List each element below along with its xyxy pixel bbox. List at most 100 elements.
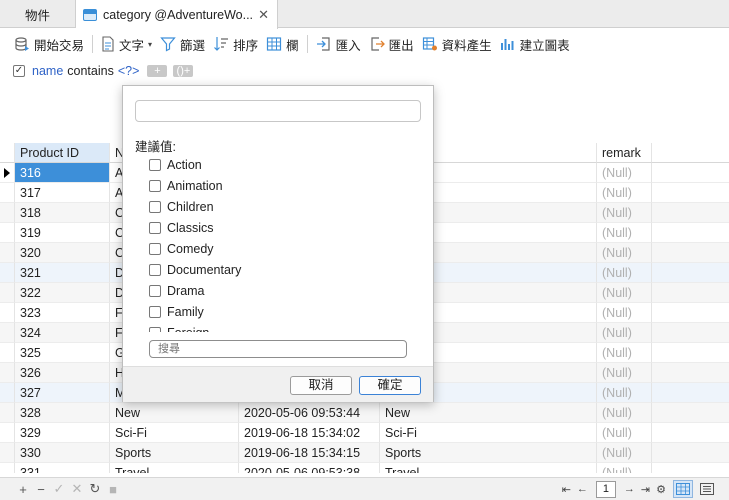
cell-name[interactable]: Travel [110, 463, 239, 473]
cell-remark[interactable]: (Null) [597, 423, 652, 443]
cell-date[interactable]: 2020-05-06 09:53:38 [239, 463, 380, 473]
cell-remark[interactable]: (Null) [597, 403, 652, 423]
cell-remark[interactable]: (Null) [597, 463, 652, 473]
option-checkbox[interactable] [149, 305, 161, 318]
column-header-product-id[interactable]: Product ID [15, 143, 110, 163]
table-row[interactable]: 329 Sci-Fi 2019-06-18 15:34:02 Sci-Fi (Null) [0, 423, 729, 443]
cell-name2[interactable]: Travel [380, 463, 597, 473]
text-button[interactable]: 文字 ▾ [97, 32, 156, 56]
cell-date[interactable]: 2019-06-18 15:34:02 [239, 423, 380, 443]
cell-remark[interactable]: (Null) [597, 343, 652, 363]
cell-remark[interactable]: (Null) [597, 263, 652, 283]
cell-name2[interactable]: Sports [380, 443, 597, 463]
row-indicator[interactable] [0, 243, 15, 263]
cell-product-id[interactable]: 324 [15, 323, 110, 343]
cell-name[interactable]: Sci-Fi [110, 423, 239, 443]
option-checkbox[interactable] [149, 284, 161, 297]
suggested-value-option[interactable]: Classics [149, 217, 409, 238]
ok-button[interactable]: 確定 [359, 376, 421, 395]
cell-name[interactable]: New [110, 403, 239, 423]
suggested-value-option[interactable]: Action [149, 154, 409, 175]
cell-remark[interactable]: (Null) [597, 443, 652, 463]
suggested-value-option[interactable]: Comedy [149, 238, 409, 259]
table-row[interactable]: 331 Travel 2020-05-06 09:53:38 Travel (Null) [0, 463, 729, 473]
filter-button[interactable]: 篩選 [156, 32, 209, 56]
cell-product-id[interactable]: 326 [15, 363, 110, 383]
suggested-values-list[interactable]: Action Animation Children Classics Comedy Doc… [149, 154, 409, 332]
page-number-input[interactable]: 1 [595, 480, 616, 498]
option-checkbox[interactable] [149, 158, 161, 171]
cell-remark[interactable]: (Null) [597, 383, 652, 403]
stop-icon[interactable]: ■ [104, 482, 122, 497]
grid-view-button[interactable] [673, 480, 693, 498]
cell-date[interactable]: 2019-06-18 15:34:15 [239, 443, 380, 463]
option-checkbox[interactable] [149, 200, 161, 213]
settings-gear-icon[interactable]: ⚙ [656, 483, 666, 496]
tab-category[interactable]: category @AdventureWo... ✕ [76, 0, 278, 29]
cell-name2[interactable]: Sci-Fi [380, 423, 597, 443]
row-indicator[interactable] [0, 163, 15, 183]
suggested-value-option[interactable]: Animation [149, 175, 409, 196]
data-generation-button[interactable]: 資料產生 [418, 32, 496, 56]
table-row[interactable]: 328 New 2020-05-06 09:53:44 New (Null) [0, 403, 729, 423]
suggested-value-option[interactable]: Drama [149, 280, 409, 301]
cell-remark[interactable]: (Null) [597, 183, 652, 203]
row-indicator[interactable] [0, 383, 15, 403]
cell-product-id[interactable]: 323 [15, 303, 110, 323]
cell-product-id[interactable]: 329 [15, 423, 110, 443]
cancel-button[interactable]: 取消 [290, 376, 352, 395]
filter-field[interactable]: name [32, 64, 63, 78]
row-indicator[interactable] [0, 263, 15, 283]
cell-date[interactable]: 2020-05-06 09:53:44 [239, 403, 380, 423]
discard-changes-icon[interactable]: ✕ [68, 481, 86, 497]
add-record-icon[interactable]: + [14, 482, 32, 497]
row-indicator[interactable] [0, 363, 15, 383]
cell-product-id[interactable]: 317 [15, 183, 110, 203]
suggested-value-option[interactable]: Family [149, 301, 409, 322]
next-page-icon[interactable]: → [624, 483, 635, 495]
cell-product-id[interactable]: 316 [15, 163, 110, 183]
option-checkbox[interactable] [149, 326, 161, 332]
cell-product-id[interactable]: 330 [15, 443, 110, 463]
cell-remark[interactable]: (Null) [597, 163, 652, 183]
previous-page-icon[interactable]: ← [577, 483, 588, 495]
cell-remark[interactable]: (Null) [597, 303, 652, 323]
option-checkbox[interactable] [149, 263, 161, 276]
filter-value-input[interactable] [135, 100, 421, 122]
first-page-icon[interactable]: ⇤ [562, 483, 571, 496]
cell-product-id[interactable]: 322 [15, 283, 110, 303]
row-indicator[interactable] [0, 343, 15, 363]
row-indicator[interactable] [0, 283, 15, 303]
export-button[interactable]: 匯出 [365, 32, 418, 56]
add-condition-button[interactable]: + [147, 65, 168, 77]
begin-transaction-button[interactable]: 開始交易 [10, 32, 88, 56]
cell-remark[interactable]: (Null) [597, 243, 652, 263]
cell-product-id[interactable]: 327 [15, 383, 110, 403]
import-button[interactable]: 匯入 [312, 32, 365, 56]
columns-button[interactable]: 欄 [262, 32, 303, 56]
filter-enable-checkbox[interactable]: ✓ [13, 65, 25, 77]
row-indicator[interactable] [0, 223, 15, 243]
row-indicator[interactable] [0, 183, 15, 203]
refresh-icon[interactable]: ↻ [86, 481, 104, 497]
option-checkbox[interactable] [149, 179, 161, 192]
row-indicator[interactable] [0, 423, 15, 443]
cell-remark[interactable]: (Null) [597, 283, 652, 303]
close-tab-icon[interactable]: ✕ [258, 7, 269, 23]
cell-product-id[interactable]: 320 [15, 243, 110, 263]
table-row[interactable]: 330 Sports 2019-06-18 15:34:15 Sports (Null) [0, 443, 729, 463]
cell-product-id[interactable]: 321 [15, 263, 110, 283]
filter-value[interactable]: <?> [118, 64, 140, 78]
row-indicator[interactable] [0, 323, 15, 343]
cell-product-id[interactable]: 319 [15, 223, 110, 243]
create-chart-button[interactable]: 建立圖表 [496, 32, 574, 56]
cell-name2[interactable]: New [380, 403, 597, 423]
cell-remark[interactable]: (Null) [597, 223, 652, 243]
apply-changes-icon[interactable]: ✓ [50, 481, 68, 497]
column-header-remark[interactable]: remark [597, 143, 652, 163]
tab-objects[interactable]: 物件 [0, 0, 76, 28]
row-indicator[interactable] [0, 443, 15, 463]
form-view-button[interactable] [697, 480, 717, 498]
suggested-value-option[interactable]: Foreign [149, 322, 409, 332]
cell-remark[interactable]: (Null) [597, 363, 652, 383]
